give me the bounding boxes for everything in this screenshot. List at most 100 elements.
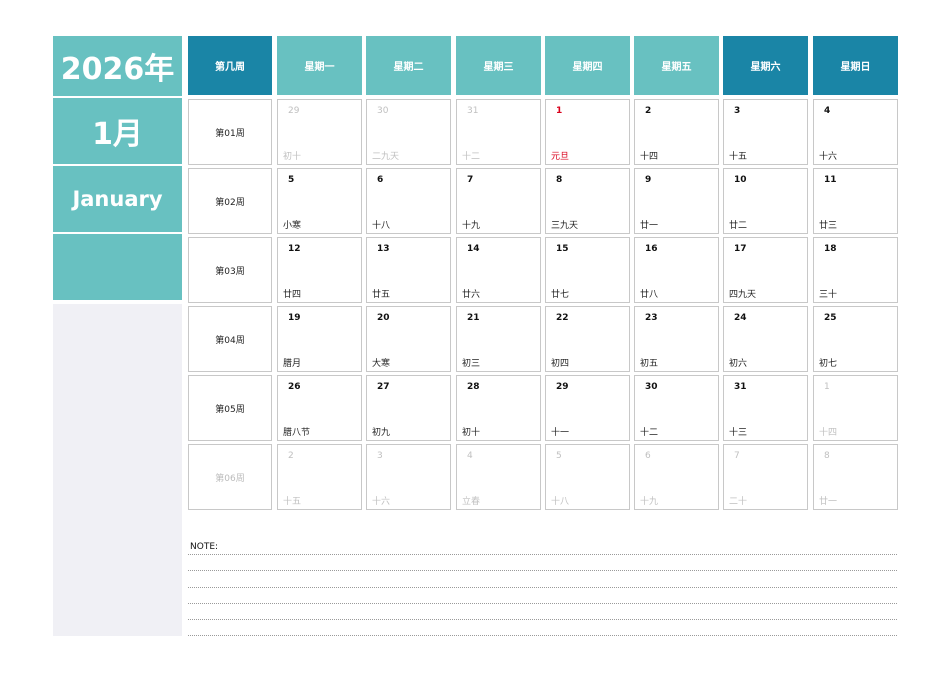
day-cell[interactable]: 15 廿七 (545, 237, 630, 303)
day-cell[interactable]: 11 廿三 (813, 168, 898, 234)
year-title: 2026年 (53, 36, 182, 96)
day-number: 6 (377, 175, 384, 185)
day-number: 6 (645, 451, 651, 461)
day-number: 3 (734, 106, 741, 116)
day-cell[interactable]: 30 二九天 (366, 99, 451, 165)
day-cell[interactable]: 7 二十 (723, 444, 808, 510)
day-cell[interactable]: 6 十九 (634, 444, 719, 510)
week-label: 第05周 (188, 375, 272, 441)
day-number: 11 (824, 175, 837, 185)
day-cell[interactable]: 13 廿五 (366, 237, 451, 303)
day-cell[interactable]: 4 十六 (813, 99, 898, 165)
week-label: 第03周 (188, 237, 272, 303)
day-cell[interactable]: 8 廿一 (813, 444, 898, 510)
day-cell[interactable]: 5 十八 (545, 444, 630, 510)
note-line[interactable] (188, 603, 897, 604)
day-cell[interactable]: 31 十三 (723, 375, 808, 441)
day-lunar-label: 初九 (372, 428, 391, 438)
day-number: 13 (377, 244, 390, 254)
day-cell[interactable]: 4 立春 (456, 444, 541, 510)
day-cell[interactable]: 23 初五 (634, 306, 719, 372)
day-cell[interactable]: 29 十一 (545, 375, 630, 441)
day-cell[interactable]: 30 十二 (634, 375, 719, 441)
day-lunar-label: 初三 (462, 359, 481, 369)
day-number: 19 (288, 313, 301, 323)
day-lunar-label: 廿二 (729, 221, 748, 231)
day-lunar-label: 四九天 (729, 290, 757, 300)
day-lunar-label: 十三 (729, 428, 748, 438)
day-cell[interactable]: 20 大寒 (366, 306, 451, 372)
day-number: 30 (645, 382, 658, 392)
day-cell[interactable]: 2 十四 (634, 99, 719, 165)
day-cell[interactable]: 2 十五 (277, 444, 362, 510)
day-cell[interactable]: 25 初七 (813, 306, 898, 372)
day-lunar-label: 十五 (729, 152, 748, 162)
day-cell[interactable]: 6 十八 (366, 168, 451, 234)
day-number: 17 (734, 244, 747, 254)
day-number: 2 (645, 106, 652, 116)
day-lunar-label: 初七 (819, 359, 838, 369)
day-cell[interactable]: 21 初三 (456, 306, 541, 372)
day-cell[interactable]: 10 廿二 (723, 168, 808, 234)
day-cell[interactable]: 29 初十 (277, 99, 362, 165)
day-lunar-label: 立春 (462, 497, 481, 507)
day-cell[interactable]: 1 元旦 (545, 99, 630, 165)
day-cell[interactable]: 3 十五 (723, 99, 808, 165)
day-lunar-label: 十四 (819, 428, 838, 438)
day-lunar-label: 十一 (551, 428, 570, 438)
day-cell[interactable]: 8 三九天 (545, 168, 630, 234)
month-english-title: January (53, 166, 182, 232)
note-label: NOTE: (190, 542, 219, 552)
day-lunar-label: 腊八节 (283, 428, 311, 438)
day-lunar-label: 十四 (640, 152, 659, 162)
day-number: 16 (645, 244, 658, 254)
note-line[interactable] (188, 619, 897, 620)
day-lunar-label: 廿六 (462, 290, 481, 300)
day-lunar-label: 腊月 (283, 359, 302, 369)
week-label: 第04周 (188, 306, 272, 372)
day-number: 18 (824, 244, 837, 254)
note-line[interactable] (188, 635, 897, 636)
day-cell[interactable]: 5 小寒 (277, 168, 362, 234)
day-number: 8 (556, 175, 563, 185)
day-cell[interactable]: 22 初四 (545, 306, 630, 372)
day-cell[interactable]: 18 三十 (813, 237, 898, 303)
day-number: 29 (556, 382, 569, 392)
day-number: 29 (288, 106, 300, 116)
header-week-column: 第几周 (188, 36, 272, 95)
day-lunar-label: 初六 (729, 359, 748, 369)
day-number: 12 (288, 244, 301, 254)
day-number: 10 (734, 175, 747, 185)
day-cell[interactable]: 12 廿四 (277, 237, 362, 303)
day-cell[interactable]: 28 初十 (456, 375, 541, 441)
day-cell[interactable]: 7 十九 (456, 168, 541, 234)
day-number: 20 (377, 313, 390, 323)
day-lunar-label: 廿七 (551, 290, 570, 300)
sidebar-blank-block (53, 234, 182, 300)
day-cell[interactable]: 26 腊八节 (277, 375, 362, 441)
month-sidebar: 2026年 1月 January (53, 36, 182, 300)
day-lunar-label: 廿一 (819, 497, 838, 507)
day-lunar-label: 廿八 (640, 290, 659, 300)
day-lunar-label: 元旦 (551, 152, 570, 162)
day-cell[interactable]: 14 廿六 (456, 237, 541, 303)
day-cell[interactable]: 31 十二 (456, 99, 541, 165)
note-line[interactable] (188, 570, 897, 571)
day-cell[interactable]: 16 廿八 (634, 237, 719, 303)
note-line[interactable] (188, 587, 897, 588)
day-cell[interactable]: 19 腊月 (277, 306, 362, 372)
header-saturday: 星期六 (723, 36, 808, 95)
day-lunar-label: 廿一 (640, 221, 659, 231)
day-lunar-label: 二九天 (372, 152, 400, 162)
note-line[interactable] (188, 554, 897, 555)
day-lunar-label: 三十 (819, 290, 838, 300)
day-cell[interactable]: 17 四九天 (723, 237, 808, 303)
week-label: 第06周 (188, 444, 272, 510)
header-friday: 星期五 (634, 36, 719, 95)
day-cell[interactable]: 24 初六 (723, 306, 808, 372)
day-cell[interactable]: 9 廿一 (634, 168, 719, 234)
day-cell[interactable]: 1 十四 (813, 375, 898, 441)
day-cell[interactable]: 3 十六 (366, 444, 451, 510)
day-number: 30 (377, 106, 389, 116)
day-cell[interactable]: 27 初九 (366, 375, 451, 441)
